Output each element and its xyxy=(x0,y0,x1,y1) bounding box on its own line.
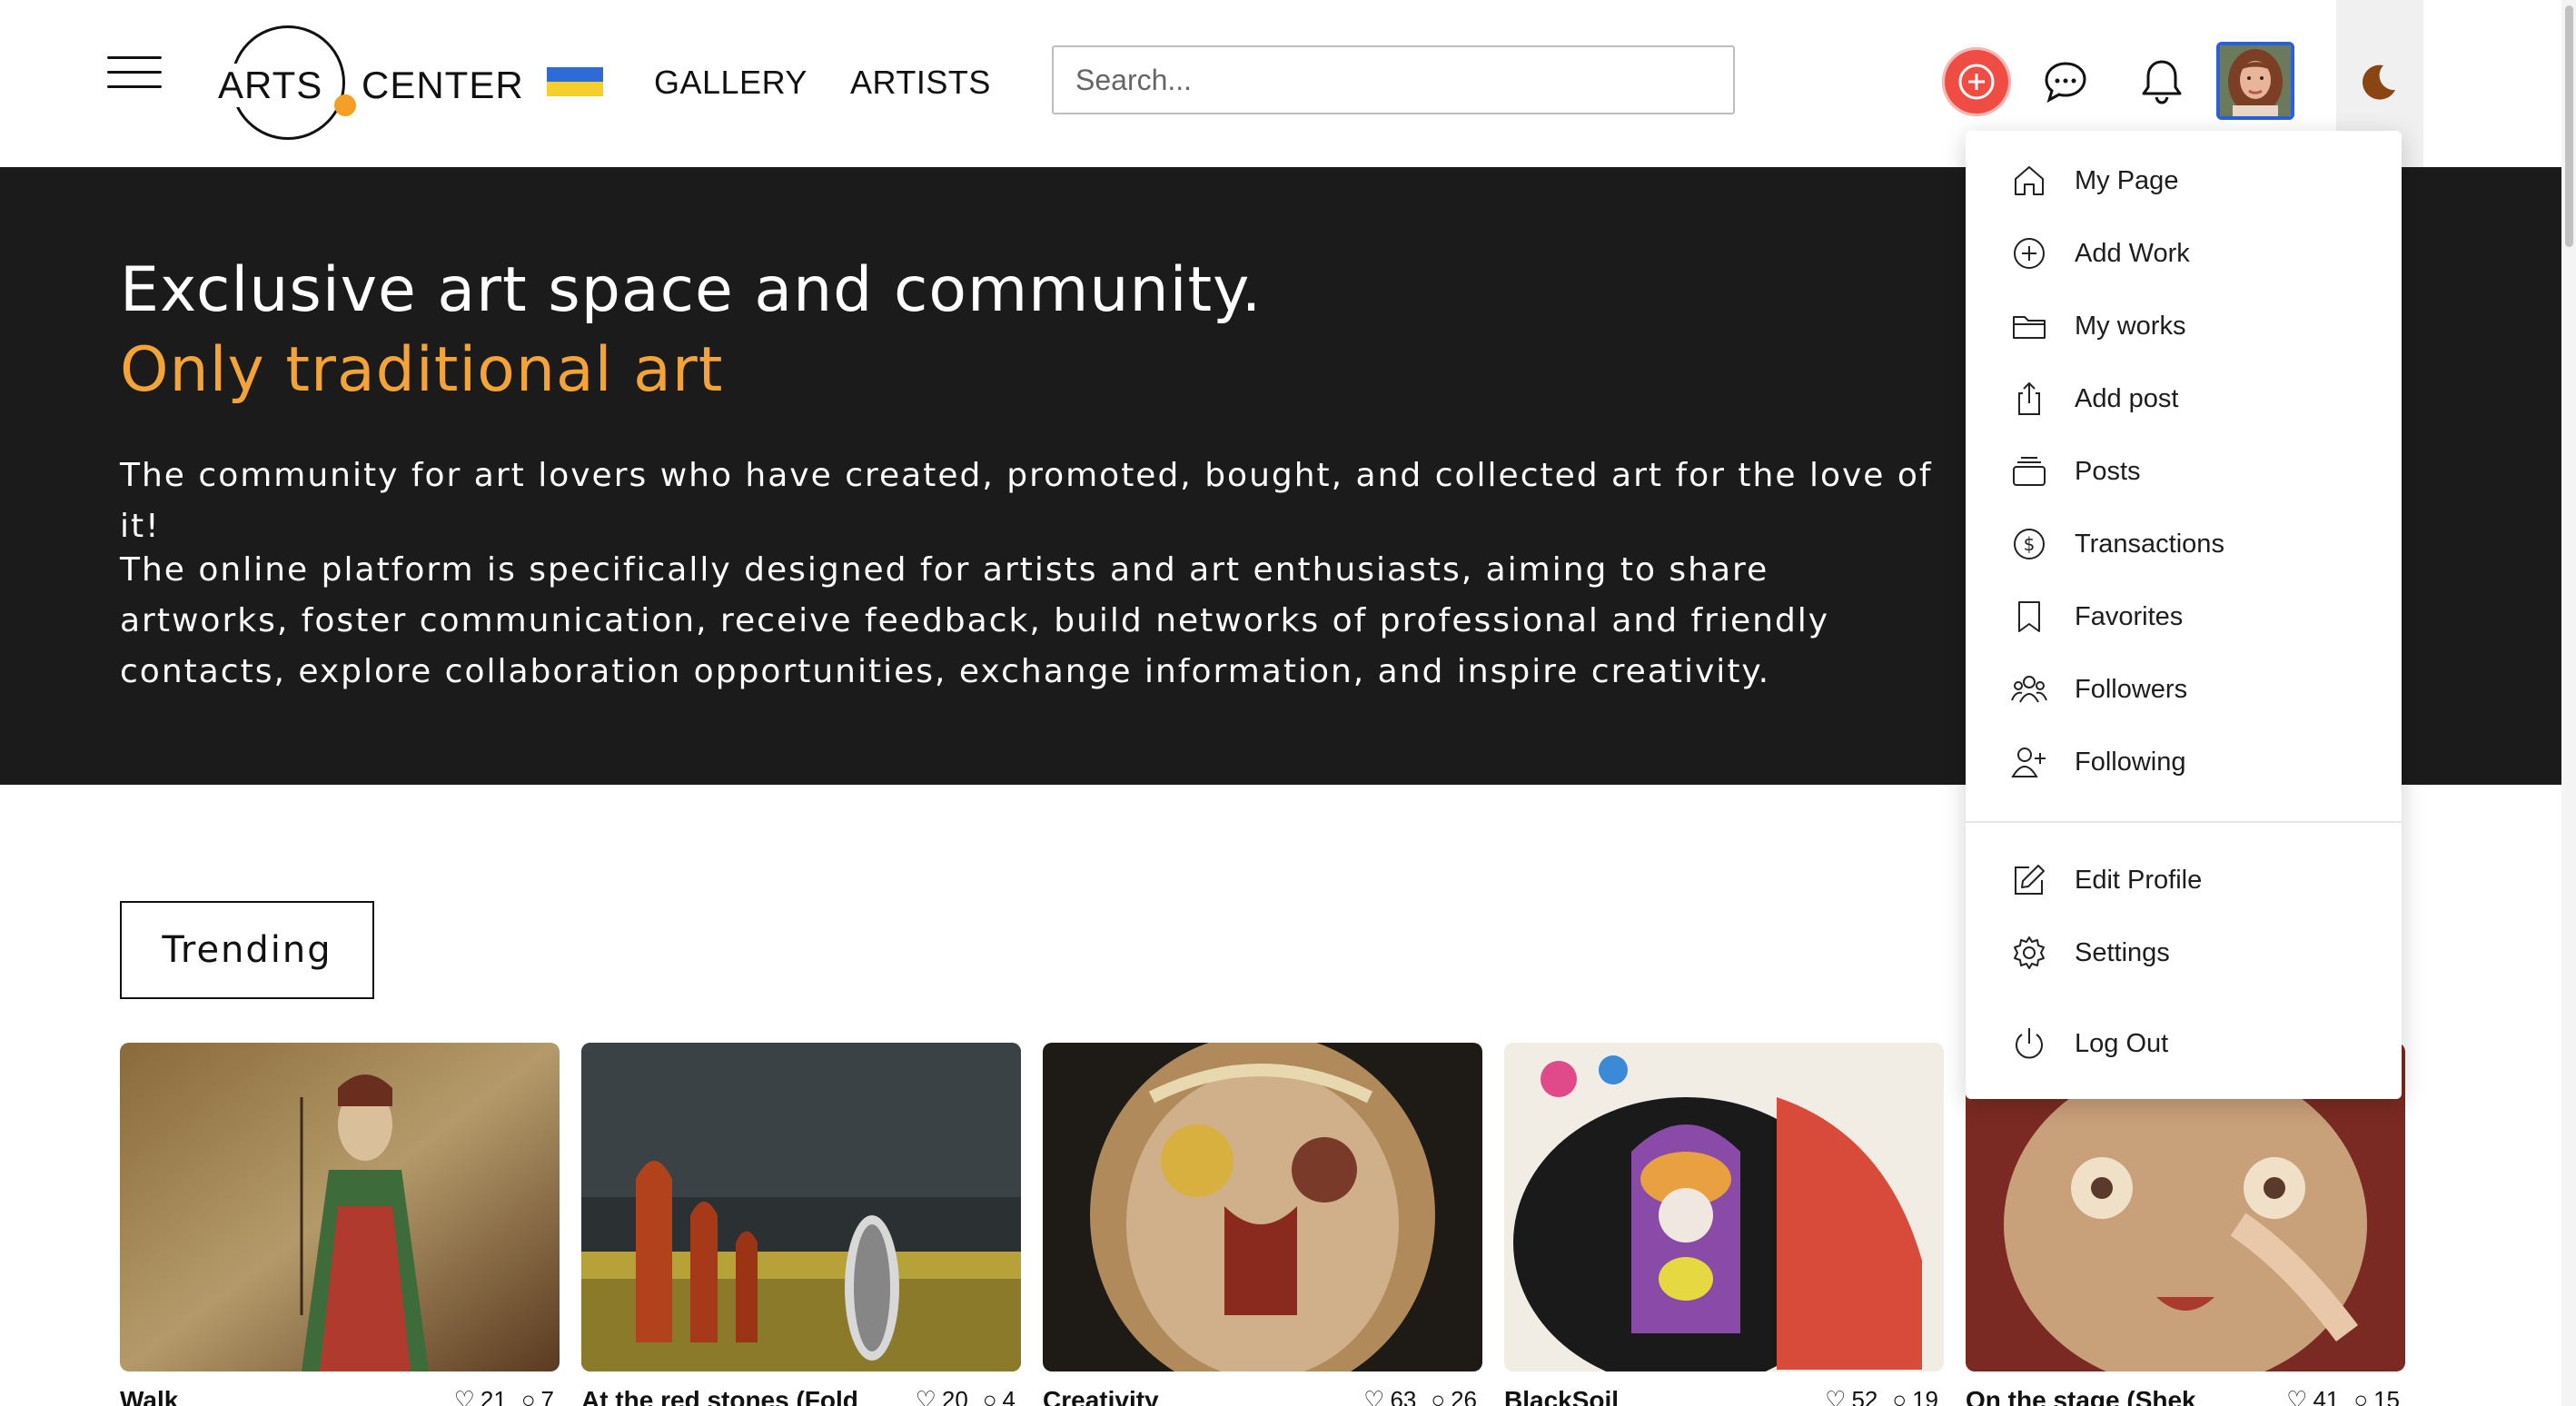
likes-count: ♡ 41 xyxy=(2286,1386,2339,1406)
nav-gallery[interactable]: GALLERY xyxy=(654,64,807,102)
power-icon xyxy=(2016,1028,2043,1059)
artwork-card[interactable]: Creativity ♡ 63 ○ 26 xyxy=(1043,1043,1482,1406)
comment-icon[interactable]: ○ xyxy=(1892,1386,1907,1406)
menu-item-following[interactable]: Following xyxy=(1966,730,2402,794)
plus-circle-icon xyxy=(1958,64,1995,100)
stack-icon xyxy=(2013,457,2046,486)
hero-paragraph-1: The community for art lovers who have cr… xyxy=(120,457,1933,545)
menu-item-favorites[interactable]: Favorites xyxy=(1966,585,2402,649)
comments-count: ○ 26 xyxy=(1431,1386,1477,1406)
hero-paragraph-2: The online platform is specifically desi… xyxy=(120,551,1830,690)
hamburger-menu-icon[interactable] xyxy=(107,56,162,102)
comments-count: ○ 4 xyxy=(983,1386,1016,1406)
artwork-title[interactable]: At the red stones (Fold xyxy=(581,1386,872,1406)
menu-item-followers[interactable]: Followers xyxy=(1966,658,2402,721)
artwork-image[interactable] xyxy=(120,1043,560,1371)
likes-count: ♡ 52 xyxy=(1825,1386,1878,1406)
artwork-card[interactable]: At the red stones (Fold ♡ 20 ○ 4 xyxy=(581,1043,1021,1406)
artwork-title[interactable]: Creativity xyxy=(1043,1386,1333,1406)
comment-icon[interactable]: ○ xyxy=(521,1386,536,1406)
messages-button[interactable] xyxy=(2031,47,2100,116)
page-scrollbar[interactable] xyxy=(2561,0,2576,1406)
bell-icon xyxy=(2142,60,2182,104)
likes-count: ♡ 21 xyxy=(454,1386,507,1406)
artwork-title[interactable]: On the stage (Shek xyxy=(1966,1386,2256,1406)
comments-count: ○ 19 xyxy=(1892,1386,1938,1406)
avatar[interactable] xyxy=(2216,42,2294,120)
menu-item-add-post[interactable]: Add post xyxy=(1966,367,2402,431)
comment-icon[interactable]: ○ xyxy=(983,1386,997,1406)
heart-icon[interactable]: ♡ xyxy=(1825,1386,1846,1406)
edit-icon xyxy=(2015,865,2045,895)
nav-artists[interactable]: ARTISTS xyxy=(850,64,991,102)
trending-tab[interactable]: Trending xyxy=(120,901,374,999)
heart-icon[interactable]: ♡ xyxy=(916,1386,936,1406)
theme-toggle-button[interactable] xyxy=(2343,47,2413,116)
menu-item-add-work[interactable]: Add Work xyxy=(1966,222,2402,285)
menu-item-posts[interactable]: Posts xyxy=(1966,440,2402,503)
user-dropdown-menu: My Page Add Work My works Add post Posts… xyxy=(1966,131,2402,1099)
scrollbar-thumb[interactable] xyxy=(2565,5,2573,247)
comments-count: ○ 7 xyxy=(521,1386,554,1406)
menu-item-transactions[interactable]: $ Transactions xyxy=(1966,512,2402,576)
dollar-icon: $ xyxy=(2014,529,2045,559)
menu-item-settings[interactable]: Settings xyxy=(1966,921,2402,985)
ukraine-flag-icon[interactable] xyxy=(547,67,603,96)
likes-count: ♡ 20 xyxy=(916,1386,968,1406)
heart-icon[interactable]: ♡ xyxy=(454,1386,475,1406)
likes-count: ♡ 63 xyxy=(1363,1386,1416,1406)
user-photo xyxy=(2220,45,2291,116)
home-icon xyxy=(2015,166,2044,195)
artwork-title[interactable]: Walk xyxy=(120,1386,411,1406)
bookmark-icon xyxy=(2018,601,2040,632)
moon-icon xyxy=(2362,64,2395,100)
artwork-image[interactable] xyxy=(581,1043,1021,1371)
upload-icon xyxy=(2018,381,2040,415)
heart-icon[interactable]: ♡ xyxy=(2286,1386,2307,1406)
menu-item-log-out[interactable]: Log Out xyxy=(1966,1012,2402,1075)
plus-circle-icon xyxy=(2014,238,2045,269)
svg-text:$: $ xyxy=(2024,533,2036,555)
person-plus-icon xyxy=(2011,748,2046,777)
artwork-image[interactable] xyxy=(1504,1043,1944,1371)
heart-icon[interactable]: ♡ xyxy=(1363,1386,1384,1406)
menu-item-my-page[interactable]: My Page xyxy=(1966,149,2402,213)
comment-icon[interactable]: ○ xyxy=(1431,1386,1445,1406)
notifications-button[interactable] xyxy=(2127,47,2196,116)
people-icon xyxy=(2011,676,2047,703)
gear-icon xyxy=(2014,936,2045,969)
artwork-title[interactable]: BlackSoil xyxy=(1504,1386,1795,1406)
menu-item-edit-profile[interactable]: Edit Profile xyxy=(1966,848,2402,912)
comments-count: ○ 15 xyxy=(2353,1386,2400,1406)
search-input[interactable] xyxy=(1052,45,1735,114)
menu-item-my-works[interactable]: My works xyxy=(1966,294,2402,358)
folder-icon xyxy=(2013,316,2046,339)
comment-icon[interactable]: ○ xyxy=(2353,1386,2368,1406)
menu-divider xyxy=(1966,821,2402,823)
chat-icon xyxy=(2045,62,2086,104)
logo-text-right: CENTER xyxy=(362,64,524,106)
hero-title: Exclusive art space and community. xyxy=(120,254,1263,326)
artwork-card[interactable]: BlackSoil ♡ 52 ○ 19 xyxy=(1504,1043,1944,1406)
site-logo[interactable]: ARTS CENTER xyxy=(218,24,523,142)
artwork-card[interactable]: Walk ♡ 21 ○ 7 xyxy=(120,1043,560,1406)
artwork-image[interactable] xyxy=(1043,1043,1482,1371)
logo-text-left: ARTS xyxy=(218,64,327,107)
add-button[interactable] xyxy=(1942,47,2011,116)
hero-subtitle: Only traditional art xyxy=(120,334,724,406)
